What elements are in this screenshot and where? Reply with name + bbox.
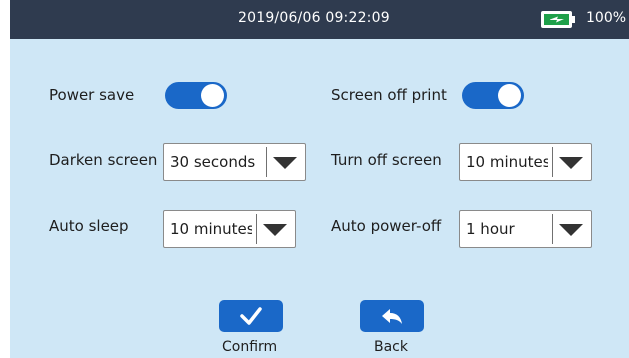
triangle-down-icon [559, 224, 583, 236]
darken-screen-value: 30 seconds [170, 153, 256, 171]
toggle-knob [201, 84, 224, 107]
select-divider [256, 214, 257, 244]
triangle-down-icon [559, 157, 583, 169]
darken-screen-label: Darken screen [49, 151, 158, 169]
toggle-knob [498, 84, 521, 107]
turn-off-screen-value: 10 minutes [466, 153, 548, 171]
confirm-label[interactable]: Confirm [222, 339, 277, 355]
auto-sleep-select[interactable]: 10 minutes [163, 210, 296, 248]
status-bar: 2019/06/06 09:22:09 100% [10, 0, 629, 39]
checkmark-icon [240, 307, 262, 325]
battery-charging-icon [541, 11, 575, 28]
auto-power-off-select[interactable]: 1 hour [459, 210, 592, 248]
select-divider [552, 147, 553, 177]
power-save-toggle[interactable] [165, 82, 227, 109]
back-label[interactable]: Back [374, 339, 408, 355]
screen-off-print-label: Screen off print [331, 86, 447, 104]
turn-off-screen-label: Turn off screen [331, 151, 442, 169]
back-arrow-icon [382, 309, 402, 324]
darken-screen-select[interactable]: 30 seconds [163, 143, 306, 181]
power-save-label: Power save [49, 86, 135, 104]
back-button[interactable] [360, 300, 424, 332]
triangle-down-icon [273, 157, 297, 169]
select-divider [266, 147, 267, 177]
settings-screen: 2019/06/06 09:22:09 100% Power save Scre… [10, 0, 629, 358]
screen-off-print-toggle[interactable] [462, 82, 524, 109]
select-divider [552, 214, 553, 244]
battery-percent: 100% [586, 10, 627, 26]
confirm-button[interactable] [219, 300, 283, 332]
charging-bolt-icon [550, 16, 564, 23]
triangle-down-icon [263, 224, 287, 236]
turn-off-screen-select[interactable]: 10 minutes [459, 143, 592, 181]
auto-sleep-label: Auto sleep [49, 217, 129, 235]
auto-sleep-value: 10 minutes [170, 220, 252, 238]
auto-power-off-label: Auto power-off [331, 217, 442, 235]
status-datetime: 2019/06/06 09:22:09 [238, 10, 390, 26]
auto-power-off-value: 1 hour [466, 220, 515, 238]
